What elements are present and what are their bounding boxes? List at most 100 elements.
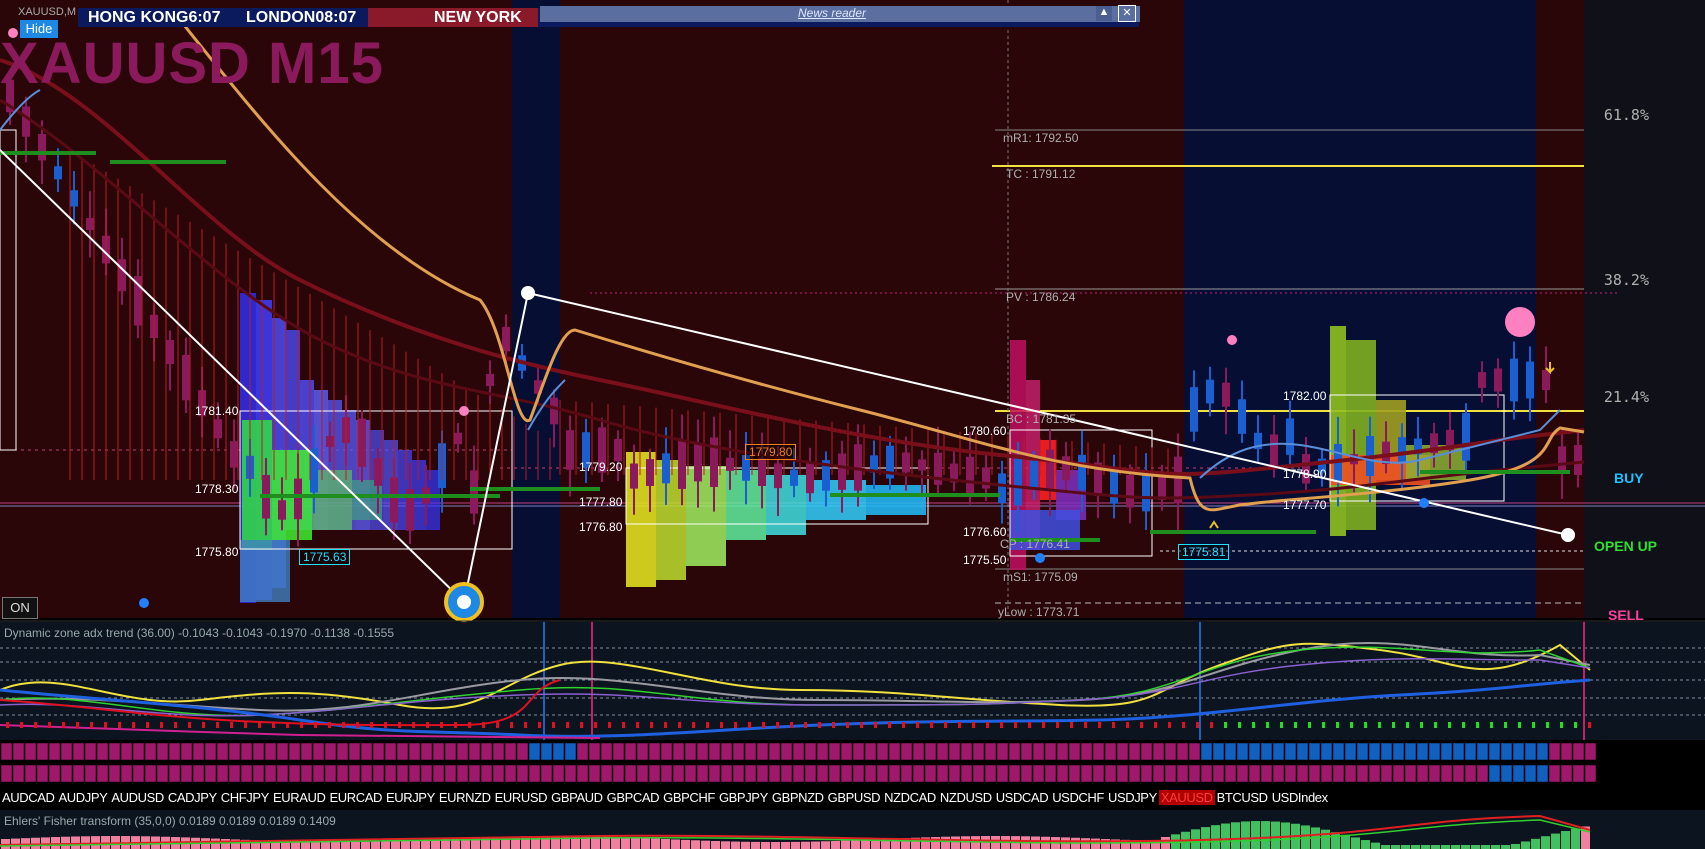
adx-dot (552, 722, 555, 728)
trend-cell (528, 742, 541, 761)
fisher-bar (1341, 834, 1350, 849)
fisher-bar (1241, 821, 1250, 849)
trend-cell (1020, 764, 1033, 783)
pair-button-gbpaud[interactable]: GBPAUD (549, 790, 605, 805)
pair-button-eurcad[interactable]: EURCAD (327, 790, 384, 805)
pair-button-gbpusd[interactable]: GBPUSD (826, 790, 883, 805)
trend-cell (648, 742, 661, 761)
pivot-ylow-label: yLow : 1773.71 (998, 605, 1080, 619)
trend-cell (624, 742, 637, 761)
trend-cell (12, 764, 25, 783)
adx-dot (76, 722, 79, 728)
trend-cell (804, 764, 817, 783)
pair-button-nzdcad[interactable]: NZDCAD (882, 790, 938, 805)
buy-signal-label: BUY (1614, 470, 1644, 486)
trend-cell (684, 742, 697, 761)
trend-cell (12, 742, 25, 761)
pair-button-gbpjpy[interactable]: GBPJPY (717, 790, 770, 805)
adx-dot (300, 722, 303, 728)
trend-cell (1320, 742, 1333, 761)
fisher-bar (1271, 821, 1280, 849)
price-label-1778-90: 1778.90 (1283, 467, 1327, 481)
pair-button-audusd[interactable]: AUDUSD (109, 790, 166, 805)
trend-cell (996, 764, 1009, 783)
adx-dot (874, 722, 877, 728)
pair-button-usdchf[interactable]: USDCHF (1050, 790, 1106, 805)
pair-button-usdcad[interactable]: USDCAD (994, 790, 1051, 805)
adx-dot (818, 722, 821, 728)
pair-button-gbpchf[interactable]: GBPCHF (661, 790, 717, 805)
adx-dot (1154, 722, 1157, 728)
trend-cell (1488, 742, 1501, 761)
fisher-bar (1431, 845, 1440, 849)
fisher-bar (1231, 822, 1240, 849)
news-reader-link[interactable]: News reader (798, 6, 866, 20)
fisher-bar (301, 841, 310, 849)
trend-cell (516, 764, 529, 783)
pair-button-chfjpy[interactable]: CHFJPY (219, 790, 271, 805)
trend-cell (876, 764, 889, 783)
trend-cell (1560, 742, 1573, 761)
fisher-bar (1521, 841, 1530, 849)
adx-dot (286, 722, 289, 728)
trend-cell (1452, 764, 1465, 783)
trend-cell (168, 742, 181, 761)
pair-button-usdindex[interactable]: USDIndex (1270, 790, 1330, 805)
pair-button-btcusd[interactable]: BTCUSD (1215, 790, 1270, 805)
trend-cell (492, 742, 505, 761)
price-label-1777-70: 1777.70 (1283, 498, 1327, 512)
trend-cell (1392, 742, 1405, 761)
pair-button-eurnzd[interactable]: EURNZD (437, 790, 493, 805)
trend-cell (1236, 764, 1249, 783)
adx-dot (524, 722, 527, 728)
trend-cell (636, 764, 649, 783)
close-icon[interactable]: ✕ (1118, 5, 1136, 22)
pair-button-euraud[interactable]: EURAUD (271, 790, 328, 805)
adx-dot (1532, 722, 1535, 728)
trend-cell (240, 764, 253, 783)
fisher-bar (31, 837, 40, 849)
pair-button-audcad[interactable]: AUDCAD (0, 790, 57, 805)
pair-button-xauusd[interactable]: XAUUSD (1158, 789, 1215, 805)
trend-cell (336, 742, 349, 761)
on-toggle-button[interactable]: ON (2, 597, 38, 619)
pair-button-audjpy[interactable]: AUDJPY (57, 790, 110, 805)
price-label-1776-80: 1776.80 (579, 520, 623, 534)
trend-cell (468, 764, 481, 783)
trend-cell (936, 742, 949, 761)
fisher-bar (741, 841, 750, 849)
trend-cell (288, 742, 301, 761)
pivot-ms1-label: mS1: 1775.09 (1003, 570, 1078, 584)
fisher-bar (961, 836, 970, 849)
adx-dot (1364, 722, 1367, 728)
pair-button-cadjpy[interactable]: CADJPY (166, 790, 219, 805)
trend-cell (636, 742, 649, 761)
adx-dot (762, 722, 765, 728)
pair-button-gbpcad[interactable]: GBPCAD (605, 790, 662, 805)
pair-button-eurjpy[interactable]: EURJPY (384, 790, 437, 805)
trend-cell (324, 764, 337, 783)
trend-cell (1056, 742, 1069, 761)
trend-cell (576, 742, 589, 761)
adx-dot (1252, 722, 1255, 728)
pair-button-usdjpy[interactable]: USDJPY (1106, 790, 1159, 805)
fisher-bar (1451, 845, 1460, 849)
trend-cell (1584, 742, 1597, 761)
adx-dot (1336, 722, 1339, 728)
trend-cell (612, 742, 625, 761)
adx-dot (174, 722, 177, 728)
pair-button-nzdusd[interactable]: NZDUSD (938, 790, 994, 805)
fisher-bar (1091, 838, 1100, 849)
clock-new-york: NEW YORK (434, 9, 522, 26)
trend-cell (384, 764, 397, 783)
trend-cell (1560, 764, 1573, 783)
pair-button-gbpnzd[interactable]: GBPNZD (770, 790, 826, 805)
pair-button-eurusd[interactable]: EURUSD (493, 790, 550, 805)
trend-cell (924, 742, 937, 761)
adx-dot (1322, 722, 1325, 728)
minimize-icon[interactable]: ▲ (1096, 6, 1112, 21)
fisher-bar (701, 840, 710, 849)
fisher-bar (1531, 838, 1540, 849)
price-chart[interactable] (0, 0, 1705, 849)
fisher-bar (621, 837, 630, 849)
